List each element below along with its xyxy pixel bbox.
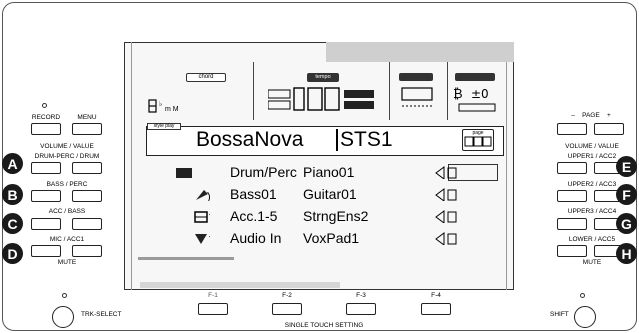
page-dots-icon bbox=[464, 136, 492, 147]
lower-down-button[interactable] bbox=[557, 245, 587, 257]
mic-acc1-down-button[interactable] bbox=[31, 245, 61, 257]
f3-button[interactable] bbox=[346, 303, 376, 315]
track-1-left: Drum/Perc bbox=[230, 164, 297, 180]
track-1-right: Piano01 bbox=[303, 164, 355, 180]
left-volume-value-label: VOLUME / VALUE bbox=[40, 143, 94, 150]
left-mute-label: MUTE bbox=[57, 259, 77, 266]
page-plus-label: + bbox=[606, 112, 611, 119]
transpose-tab bbox=[399, 73, 433, 81]
track-4-right: VoxPad1 bbox=[303, 230, 360, 246]
svg-text:₿: ₿ bbox=[453, 87, 463, 102]
track-g-badge: G bbox=[616, 213, 637, 234]
f1-label: F-1 bbox=[208, 292, 218, 299]
track-b-badge: B bbox=[2, 184, 23, 205]
style-name[interactable]: BossaNova bbox=[196, 128, 303, 152]
performance-name[interactable]: STS1 bbox=[340, 128, 393, 152]
page-minus-label: – bbox=[571, 112, 575, 119]
transpose-icon bbox=[401, 87, 433, 107]
lcd-bottom-band bbox=[140, 282, 340, 288]
right-volume-value-label: VOLUME / VALUE bbox=[565, 143, 619, 150]
drum-perc-label: DRUM-PERC / DRUM bbox=[34, 153, 100, 160]
lower-acc5-label: LOWER / ACC5 bbox=[568, 236, 616, 243]
mic-acc1-up-button[interactable] bbox=[72, 245, 102, 257]
f2-label: F-2 bbox=[282, 292, 292, 299]
record-button[interactable] bbox=[31, 123, 61, 135]
bass-perc-up-button[interactable] bbox=[72, 190, 102, 202]
octave-icon: ₿ ±0 bbox=[453, 87, 496, 112]
track-3-volume-icon bbox=[435, 210, 457, 223]
trk-select-led bbox=[62, 293, 67, 298]
chord-sub-label: m M bbox=[165, 106, 179, 113]
svg-text:): ) bbox=[209, 235, 210, 245]
shift-button[interactable] bbox=[574, 306, 596, 328]
svg-text:♭: ♭ bbox=[159, 100, 162, 108]
track-2-left: Bass01 bbox=[230, 186, 277, 202]
tempo-tab: tempo bbox=[307, 73, 339, 82]
style-play-tag: style play bbox=[147, 123, 181, 130]
track-row-4[interactable]: ) Audio In VoxPad1 bbox=[172, 230, 502, 248]
lcd-bottom-bar bbox=[138, 257, 234, 260]
bass-perc-down-button[interactable] bbox=[31, 190, 61, 202]
page-label: PAGE bbox=[582, 112, 600, 119]
track-4-volume-icon bbox=[435, 232, 457, 245]
page-down-button[interactable] bbox=[557, 123, 587, 135]
trk-select-label: TRK-SELECT bbox=[81, 311, 122, 318]
page-indicator: page bbox=[462, 129, 494, 151]
acc-bass-down-button[interactable] bbox=[31, 218, 61, 230]
upper3-down-button[interactable] bbox=[557, 218, 587, 230]
page-label-row: – PAGE + bbox=[556, 112, 626, 119]
tempo-readout-icon bbox=[268, 87, 374, 111]
track-row-1[interactable]: ) Drum/Perc Piano01 bbox=[172, 164, 502, 182]
single-touch-label: SINGLE TOUCH SETTING bbox=[284, 322, 364, 329]
upper1-down-button[interactable] bbox=[557, 162, 587, 174]
chord-tab: chord bbox=[186, 73, 226, 82]
keyboard-icon: ) bbox=[194, 211, 210, 223]
track-4-left: Audio In bbox=[230, 230, 282, 246]
track-row-3[interactable]: ) Acc.1-5 StrngEns2 bbox=[172, 208, 502, 226]
track-f-badge: F bbox=[616, 184, 637, 205]
track-a-badge: A bbox=[2, 153, 23, 174]
lcd-top-band bbox=[326, 42, 514, 62]
menu-label: MENU bbox=[77, 114, 97, 121]
f3-label: F-3 bbox=[356, 292, 366, 299]
track-3-left: Acc.1-5 bbox=[230, 208, 278, 224]
acc-bass-up-button[interactable] bbox=[72, 218, 102, 230]
f4-button[interactable] bbox=[421, 303, 451, 315]
drum-perc-up-button[interactable] bbox=[72, 162, 102, 174]
page-up-button[interactable] bbox=[594, 123, 624, 135]
f4-label: F-4 bbox=[431, 292, 441, 299]
mic-icon: ) bbox=[195, 234, 210, 245]
drum-icon: ) bbox=[176, 168, 192, 178]
acc-bass-label: ACC / BASS bbox=[48, 208, 86, 215]
bass-icon: ) bbox=[196, 190, 210, 201]
drum-perc-down-button[interactable] bbox=[31, 162, 61, 174]
menu-button[interactable] bbox=[72, 123, 102, 135]
track-2-volume-icon bbox=[435, 188, 457, 201]
svg-text:): ) bbox=[207, 191, 210, 201]
octave-tab bbox=[455, 73, 495, 81]
track-3-right: StrngEns2 bbox=[303, 208, 369, 224]
track-d-badge: D bbox=[2, 243, 23, 264]
right-mute-label: MUTE bbox=[582, 259, 602, 266]
lcd-left-edge bbox=[124, 42, 132, 290]
record-label: RECORD bbox=[31, 114, 61, 121]
track-e-badge: E bbox=[616, 156, 637, 177]
svg-text:): ) bbox=[209, 213, 210, 223]
track-2-right: Guitar01 bbox=[303, 186, 357, 202]
record-led bbox=[42, 103, 47, 108]
upper2-down-button[interactable] bbox=[557, 190, 587, 202]
mic-acc1-label: MIC / ACC1 bbox=[49, 236, 85, 243]
svg-text:±0: ±0 bbox=[471, 87, 489, 101]
shift-label: SHIFT bbox=[550, 311, 569, 318]
trk-select-button[interactable] bbox=[52, 306, 74, 328]
f1-button[interactable] bbox=[198, 303, 228, 315]
bass-perc-label: BASS / PERC bbox=[46, 181, 88, 188]
track-1-volume-icon bbox=[435, 166, 457, 179]
shift-led bbox=[580, 293, 585, 298]
track-row-2[interactable]: ) Bass01 Guitar01 bbox=[172, 186, 502, 204]
lcd-right-edge bbox=[506, 42, 514, 290]
title-separator bbox=[336, 129, 338, 151]
track-c-badge: C bbox=[2, 213, 23, 234]
f2-button[interactable] bbox=[272, 303, 302, 315]
